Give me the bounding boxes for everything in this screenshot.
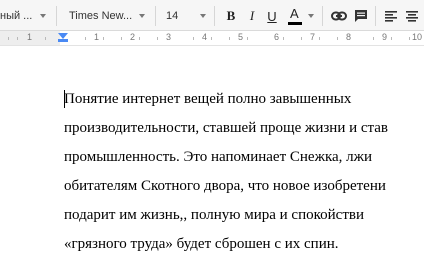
ruler-tick xyxy=(283,37,284,40)
toolbar-divider xyxy=(375,6,376,26)
ruler-number: 8 xyxy=(346,32,352,42)
ruler-tick xyxy=(121,37,122,40)
document-line: подарит им жизнь,, полную мира и спокойс… xyxy=(64,207,364,223)
italic-button[interactable]: I xyxy=(243,6,261,26)
text-color-letter: A xyxy=(290,6,299,21)
ruler-tick xyxy=(229,37,230,40)
ruler-number: 2 xyxy=(130,32,136,42)
text-color-button[interactable]: A xyxy=(286,6,304,26)
ruler-tick xyxy=(409,37,410,40)
ruler-number: 1 xyxy=(27,32,33,42)
paragraph-style-label: ный ... xyxy=(0,10,33,22)
formatting-toolbar: ный ... Times New... 14 B I U A xyxy=(0,0,424,31)
font-family-dropdown[interactable]: Times New... xyxy=(69,6,145,26)
chevron-down-icon xyxy=(200,14,206,18)
toolbar-divider xyxy=(214,6,215,26)
ruler-tick xyxy=(391,37,392,40)
document-line: промышленность. Это напоминает Снежка, л… xyxy=(64,149,373,165)
chevron-down-icon xyxy=(139,14,145,18)
ruler-tick xyxy=(45,37,46,40)
ruler-number: 6 xyxy=(274,32,280,42)
align-left-icon[interactable] xyxy=(382,6,400,26)
link-icon[interactable] xyxy=(330,6,348,26)
toolbar-divider xyxy=(56,6,57,26)
ruler-tick xyxy=(139,37,140,40)
ruler-tick xyxy=(247,37,248,40)
paragraph-style-dropdown[interactable]: ный ... xyxy=(0,6,46,26)
toolbar-divider xyxy=(155,6,156,26)
ruler-number: 4 xyxy=(202,32,208,42)
ruler-tick xyxy=(373,37,374,40)
ruler-number: 3 xyxy=(166,32,172,42)
ruler-tick xyxy=(301,37,302,40)
ruler-tick xyxy=(193,37,194,40)
underline-button[interactable]: U xyxy=(263,6,281,26)
document-line: обитателям Скотного двора, что новое изо… xyxy=(64,178,386,194)
left-indent-marker[interactable] xyxy=(58,39,68,42)
bold-button[interactable]: B xyxy=(222,6,240,26)
chevron-down-icon[interactable] xyxy=(308,14,314,18)
ruler-number: 5 xyxy=(238,32,244,42)
ruler-tick xyxy=(337,37,338,40)
ruler-tick xyxy=(8,37,9,40)
document-line: «грязного труда» будет сброшен с их спин… xyxy=(64,236,339,252)
ruler-tick xyxy=(211,37,212,40)
text-color-swatch xyxy=(288,22,302,25)
document-line: Понятие интернет вещей полно завышенных xyxy=(64,91,352,107)
ruler-tick xyxy=(85,37,86,40)
font-size-label: 14 xyxy=(166,10,179,22)
ruler-tick xyxy=(103,37,104,40)
comment-icon[interactable] xyxy=(352,6,370,26)
ruler-tick xyxy=(17,37,18,40)
ruler-tick xyxy=(319,37,320,40)
font-size-dropdown[interactable]: 14 xyxy=(166,6,206,26)
align-center-icon[interactable] xyxy=(403,6,421,26)
ruler-number: 1 xyxy=(94,32,100,42)
ruler-number: 7 xyxy=(310,32,316,42)
font-family-label: Times New... xyxy=(69,10,133,22)
ruler-number: 10 xyxy=(412,32,423,42)
chevron-down-icon xyxy=(40,14,46,18)
document-line: производительности, ставшей проще жизни … xyxy=(64,120,389,136)
ruler-number: 9 xyxy=(382,32,388,42)
text-cursor xyxy=(64,90,65,108)
ruler-tick xyxy=(157,37,158,40)
toolbar-divider xyxy=(322,6,323,26)
